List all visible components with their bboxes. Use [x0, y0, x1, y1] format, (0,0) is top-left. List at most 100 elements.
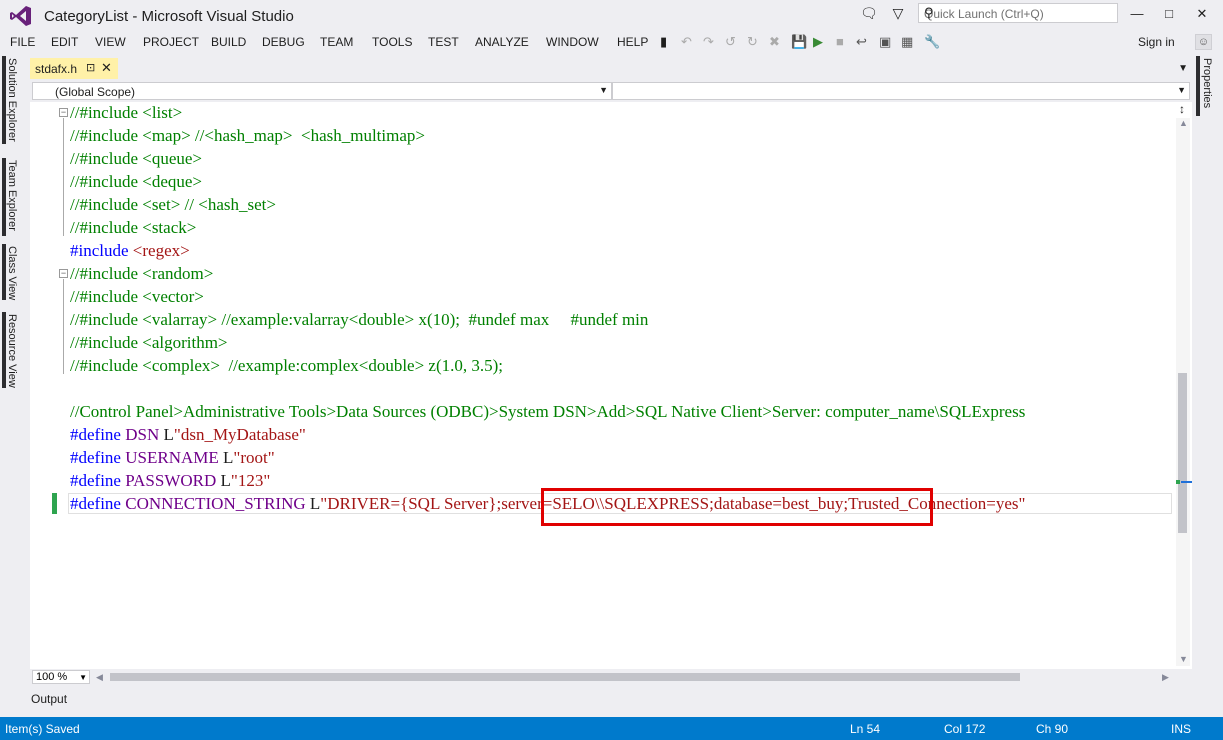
menu-build[interactable]: BUILD — [211, 35, 246, 49]
code-token: //#include <queue> — [70, 149, 202, 168]
code-token: #define — [70, 494, 126, 513]
menu-team[interactable]: TEAM — [320, 35, 353, 49]
tab-output[interactable]: Output — [31, 692, 67, 706]
tab-properties[interactable]: Properties — [1201, 58, 1213, 108]
vertical-scroll-thumb[interactable] — [1178, 373, 1187, 533]
sign-in-link[interactable]: Sign in — [1138, 35, 1175, 49]
code-token: //#include <complex> //example:complex<d… — [70, 356, 504, 375]
code-token: "dsn_MyDatabase" — [173, 425, 306, 444]
code-line[interactable]: //#include <stack> — [70, 216, 196, 239]
annotation-highlight-box — [541, 488, 933, 526]
layout-icon[interactable]: ▦ — [901, 34, 913, 50]
menu-project[interactable]: PROJECT — [143, 35, 199, 49]
code-line[interactable]: //#include <deque> — [70, 170, 202, 193]
collapse-icon[interactable]: − — [59, 108, 68, 117]
next-bookmark-icon[interactable]: ↷ — [703, 34, 714, 50]
pin-icon[interactable]: ⊡ — [86, 61, 95, 74]
bookmark-icon[interactable]: ▮ — [660, 34, 667, 50]
start-debugging-icon[interactable]: ▶ — [813, 34, 823, 50]
scope-value: (Global Scope) — [55, 85, 136, 99]
code-line[interactable]: #define USERNAME L"root" — [70, 446, 275, 469]
tab-class-view[interactable]: Class View — [6, 246, 18, 300]
tab-solution-explorer[interactable]: Solution Explorer — [6, 58, 18, 142]
menu-help[interactable]: HELP — [617, 35, 648, 49]
scroll-down-icon[interactable]: ▼ — [1179, 654, 1188, 664]
account-icon[interactable]: ☺ — [1195, 34, 1212, 50]
tab-dropdown-icon[interactable]: ▼ — [1178, 63, 1188, 74]
clear-bookmarks-icon[interactable]: ✖ — [769, 34, 780, 50]
menu-debug[interactable]: DEBUG — [262, 35, 305, 49]
attach-icon[interactable]: ↩ — [856, 34, 867, 50]
menu-file[interactable]: FILE — [10, 35, 35, 49]
quick-launch-input[interactable]: Quick Launch (Ctrl+Q) ⚲ — [918, 3, 1118, 23]
code-line[interactable]: //#include <map> //<hash_map> <hash_mult… — [70, 124, 425, 147]
maximize-button[interactable]: □ — [1153, 4, 1185, 24]
status-line: Ln 54 — [850, 722, 881, 736]
vertical-scrollbar[interactable]: ▲ ▼ — [1176, 118, 1190, 666]
menu-view[interactable]: VIEW — [95, 35, 126, 49]
code-line[interactable]: //#include <list> — [70, 101, 182, 124]
code-token: //#include <random> — [70, 264, 214, 283]
code-editor[interactable] — [30, 102, 1192, 669]
tab-team-explorer[interactable]: Team Explorer — [6, 160, 18, 231]
horizontal-scroll-thumb[interactable] — [110, 673, 1020, 681]
code-line[interactable]: //#include <queue> — [70, 147, 202, 170]
scroll-up-icon[interactable]: ▲ — [1179, 118, 1188, 128]
code-line[interactable]: //#include <random> — [70, 262, 213, 285]
code-token: //#include <set> // <hash_set> — [70, 195, 276, 214]
changed-line-indicator — [52, 493, 57, 514]
menu-window[interactable]: WINDOW — [546, 35, 599, 49]
stop-icon[interactable]: ■ — [836, 34, 844, 49]
code-token: "root" — [233, 448, 275, 467]
window-icon[interactable]: ▣ — [879, 34, 891, 50]
prev-bookmark-icon[interactable]: ↶ — [681, 34, 692, 50]
code-token: #define — [70, 425, 126, 444]
left-tool-tabs: Solution Explorer Team Explorer Class Vi… — [0, 52, 28, 712]
code-token: //#include <list> — [70, 103, 183, 122]
status-char: Ch 90 — [1036, 722, 1069, 736]
menu-analyze[interactable]: ANALYZE — [475, 35, 529, 49]
code-line[interactable]: //#include <algorithm> — [70, 331, 228, 354]
code-token: USERNAME — [125, 448, 223, 467]
code-token: CONNECTION_STRING — [125, 494, 310, 513]
code-token: //#include <algorithm> — [70, 333, 228, 352]
code-token: #include — [70, 241, 133, 260]
scroll-right-icon[interactable]: ▶ — [1162, 672, 1169, 683]
status-insert-mode: INS — [1171, 722, 1192, 736]
scope-dropdown[interactable]: (Global Scope) ▼ — [32, 82, 612, 100]
close-tab-icon[interactable]: ✕ — [101, 60, 112, 76]
code-token: //#include <deque> — [70, 172, 202, 191]
wrench-icon[interactable]: 🔧 — [924, 34, 940, 50]
code-token: "123" — [230, 471, 271, 490]
split-window-icon[interactable]: ↕ — [1174, 102, 1190, 118]
close-window-button[interactable]: ✕ — [1186, 4, 1218, 24]
right-tool-tabs: Properties — [1195, 52, 1223, 172]
code-line[interactable]: //Control Panel>Administrative Tools>Dat… — [70, 400, 1025, 423]
collapse-icon[interactable]: − — [59, 269, 68, 278]
minimize-button[interactable]: — — [1121, 4, 1153, 24]
code-line[interactable]: #define DSN L"dsn_MyDatabase" — [70, 423, 306, 446]
code-line[interactable]: #define PASSWORD L"123" — [70, 469, 270, 492]
member-dropdown[interactable]: ▼ — [612, 82, 1190, 100]
menu-tools[interactable]: TOOLS — [372, 35, 412, 49]
code-line[interactable]: #include <regex> — [70, 239, 190, 262]
zoom-dropdown[interactable]: 100 % ▼ — [32, 670, 90, 684]
tab-stdafx-h[interactable]: stdafx.h ⊡ ✕ — [30, 58, 118, 79]
feedback-filter-icon[interactable]: ▽ — [890, 5, 906, 21]
scroll-left-icon[interactable]: ◀ — [96, 672, 103, 683]
chevron-down-icon: ▼ — [79, 673, 87, 682]
code-line[interactable]: //#include <vector> — [70, 285, 204, 308]
save-all-icon[interactable]: 💾 — [791, 34, 807, 50]
chevron-down-icon: ▼ — [1177, 85, 1186, 95]
code-token: #define — [70, 471, 126, 490]
code-line[interactable]: //#include <complex> //example:complex<d… — [70, 354, 503, 377]
prev-bookmark-folder-icon[interactable]: ↺ — [725, 34, 736, 50]
menu-edit[interactable]: EDIT — [51, 35, 78, 49]
code-line[interactable]: //#include <valarray> //example:valarray… — [70, 308, 648, 331]
tab-resource-view[interactable]: Resource View — [6, 314, 18, 388]
next-bookmark-folder-icon[interactable]: ↻ — [747, 34, 758, 50]
menu-test[interactable]: TEST — [428, 35, 459, 49]
code-line[interactable]: //#include <set> // <hash_set> — [70, 193, 276, 216]
code-token: L — [223, 448, 234, 467]
notification-icon[interactable]: 🗨 — [860, 5, 878, 21]
